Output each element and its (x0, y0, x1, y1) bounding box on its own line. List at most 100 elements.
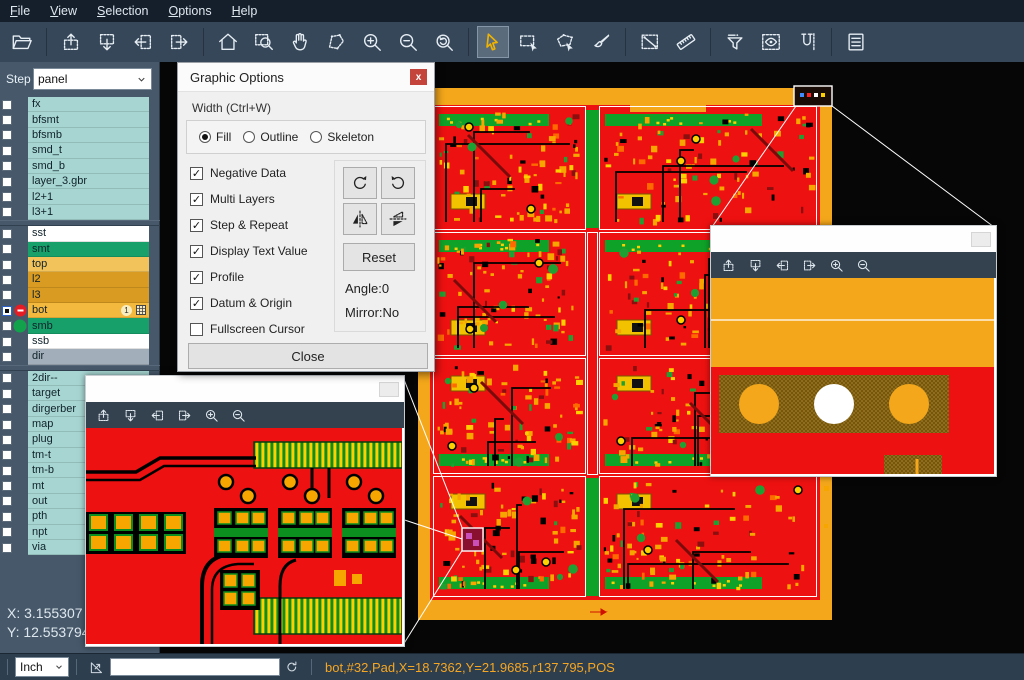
angle-measure-icon[interactable] (88, 658, 106, 676)
magnifier-window-left[interactable] (85, 375, 405, 647)
layer-l3+1[interactable]: l3+1 (28, 205, 149, 220)
zoom-window-button[interactable] (248, 26, 280, 58)
pan-left-button[interactable] (775, 258, 790, 273)
layer-smb[interactable]: smb (28, 318, 149, 333)
layer-checkbox-ssb[interactable] (2, 337, 12, 347)
zoom-previous-button[interactable] (428, 26, 460, 58)
mirror-horizontal-button[interactable] (343, 203, 377, 235)
pan-up-button[interactable] (721, 258, 736, 273)
layer-checkbox-sst[interactable] (2, 229, 12, 239)
close-button[interactable]: Close (188, 343, 428, 369)
layer-smd_t[interactable]: smd_t (28, 143, 149, 158)
pan-right-button[interactable] (163, 26, 195, 58)
layer-checkbox-smd_t[interactable] (2, 146, 12, 156)
report-tool-button[interactable] (840, 26, 872, 58)
layer-checkbox-smb[interactable] (2, 321, 12, 331)
layer-checkbox-pth[interactable] (2, 512, 12, 522)
pan-hand-button[interactable] (284, 26, 316, 58)
pan-down-button[interactable] (91, 26, 123, 58)
menu-item-selection[interactable]: Selection (87, 0, 158, 22)
step-selector[interactable]: panel (33, 68, 152, 90)
group-select-tool-button[interactable] (549, 26, 581, 58)
layer-checkbox-bfsmb[interactable] (2, 130, 12, 140)
layer-checkbox-smt[interactable] (2, 244, 12, 254)
sync-icon[interactable] (284, 659, 300, 675)
layer-checkbox-map[interactable] (2, 420, 12, 430)
layer-bfsmt[interactable]: bfsmt (28, 112, 149, 127)
zoom-in-button[interactable] (829, 258, 844, 273)
matrix-grid-icon[interactable] (136, 305, 146, 315)
checkbox-step-repeat[interactable]: ✓Step & Repeat (190, 212, 330, 238)
layer-dir[interactable]: dir (28, 349, 149, 364)
close-icon[interactable]: x (410, 69, 427, 85)
measure-tool-button[interactable] (634, 26, 666, 58)
layer-l3[interactable]: l3 (28, 288, 149, 303)
layer-checkbox-target[interactable] (2, 389, 12, 399)
layer-checkbox-dirgerber[interactable] (2, 404, 12, 414)
checkbox-fullscreen-cursor[interactable]: Fullscreen Cursor (190, 316, 330, 342)
home-view-button[interactable] (212, 26, 244, 58)
layer-fx[interactable]: fx (28, 97, 149, 112)
layer-ssb[interactable]: ssb (28, 334, 149, 349)
layer-checkbox-fx[interactable] (2, 100, 12, 110)
zoom-polygon-button[interactable] (320, 26, 352, 58)
menu-item-file[interactable]: File (0, 0, 40, 22)
layer-checkbox-bot[interactable] (2, 306, 12, 316)
checkbox-datum-origin[interactable]: ✓Datum & Origin (190, 290, 330, 316)
layer-checkbox-top[interactable] (2, 260, 12, 270)
layer-checkbox-plug[interactable] (2, 435, 12, 445)
rotate-cw-button[interactable] (343, 167, 377, 199)
layer-checkbox-tm-t[interactable] (2, 450, 12, 460)
layer-checkbox-2dir--[interactable] (2, 373, 12, 383)
radio-skeleton[interactable]: Skeleton (310, 130, 374, 144)
zoom-out-button[interactable] (231, 408, 246, 423)
layer-smt[interactable]: smt (28, 242, 149, 257)
select-tool-button[interactable] (477, 26, 509, 58)
menu-item-help[interactable]: Help (222, 0, 268, 22)
radio-fill[interactable]: Fill (199, 130, 231, 144)
layer-bfsmb[interactable]: bfsmb (28, 128, 149, 143)
pan-down-button[interactable] (748, 258, 763, 273)
zoom-in-button[interactable] (356, 26, 388, 58)
rotate-ccw-button[interactable] (381, 167, 415, 199)
mirror-vertical-button[interactable] (381, 203, 415, 235)
layer-checkbox-out[interactable] (2, 496, 12, 506)
layer-checkbox-l2[interactable] (2, 275, 12, 285)
checkbox-profile[interactable]: ✓Profile (190, 264, 330, 290)
snap-tool-button[interactable] (791, 26, 823, 58)
layer-checkbox-tm-b[interactable] (2, 466, 12, 476)
layer-smd_b[interactable]: smd_b (28, 159, 149, 174)
layer-checkbox-via[interactable] (2, 543, 12, 553)
ruler-tool-button[interactable] (670, 26, 702, 58)
layer-bot[interactable]: bot1 (28, 303, 149, 318)
paint-tool-button[interactable] (585, 26, 617, 58)
pan-left-button[interactable] (127, 26, 159, 58)
layer-checkbox-npt[interactable] (2, 527, 12, 537)
layer-l2+1[interactable]: l2+1 (28, 189, 149, 204)
layer-top[interactable]: top (28, 257, 149, 272)
zoom-out-button[interactable] (856, 258, 871, 273)
window-button-icon[interactable] (971, 232, 991, 247)
layer-checkbox-l3[interactable] (2, 290, 12, 300)
zoom-in-button[interactable] (204, 408, 219, 423)
layer-checkbox-l3+1[interactable] (2, 207, 12, 217)
pan-up-button[interactable] (55, 26, 87, 58)
view-options-tool-button[interactable] (755, 26, 787, 58)
reset-button[interactable]: Reset (343, 243, 415, 271)
dialog-titlebar[interactable]: Graphic Options x (178, 63, 434, 92)
menu-item-options[interactable]: Options (158, 0, 221, 22)
checkbox-multi-layers[interactable]: ✓Multi Layers (190, 186, 330, 212)
command-input[interactable] (110, 658, 280, 676)
layer-checkbox-mt[interactable] (2, 481, 12, 491)
layer-checkbox-bfsmt[interactable] (2, 115, 12, 125)
open-file-button[interactable] (6, 26, 38, 58)
rect-select-tool-button[interactable] (513, 26, 545, 58)
filter-tool-button[interactable] (719, 26, 751, 58)
pan-right-button[interactable] (802, 258, 817, 273)
layer-sst[interactable]: sst (28, 226, 149, 241)
pan-up-button[interactable] (96, 408, 111, 423)
magnifier-right-titlebar[interactable] (711, 226, 996, 252)
layer-checkbox-smd_b[interactable] (2, 161, 12, 171)
menu-item-view[interactable]: View (40, 0, 87, 22)
magnifier-window-right[interactable] (710, 225, 997, 477)
